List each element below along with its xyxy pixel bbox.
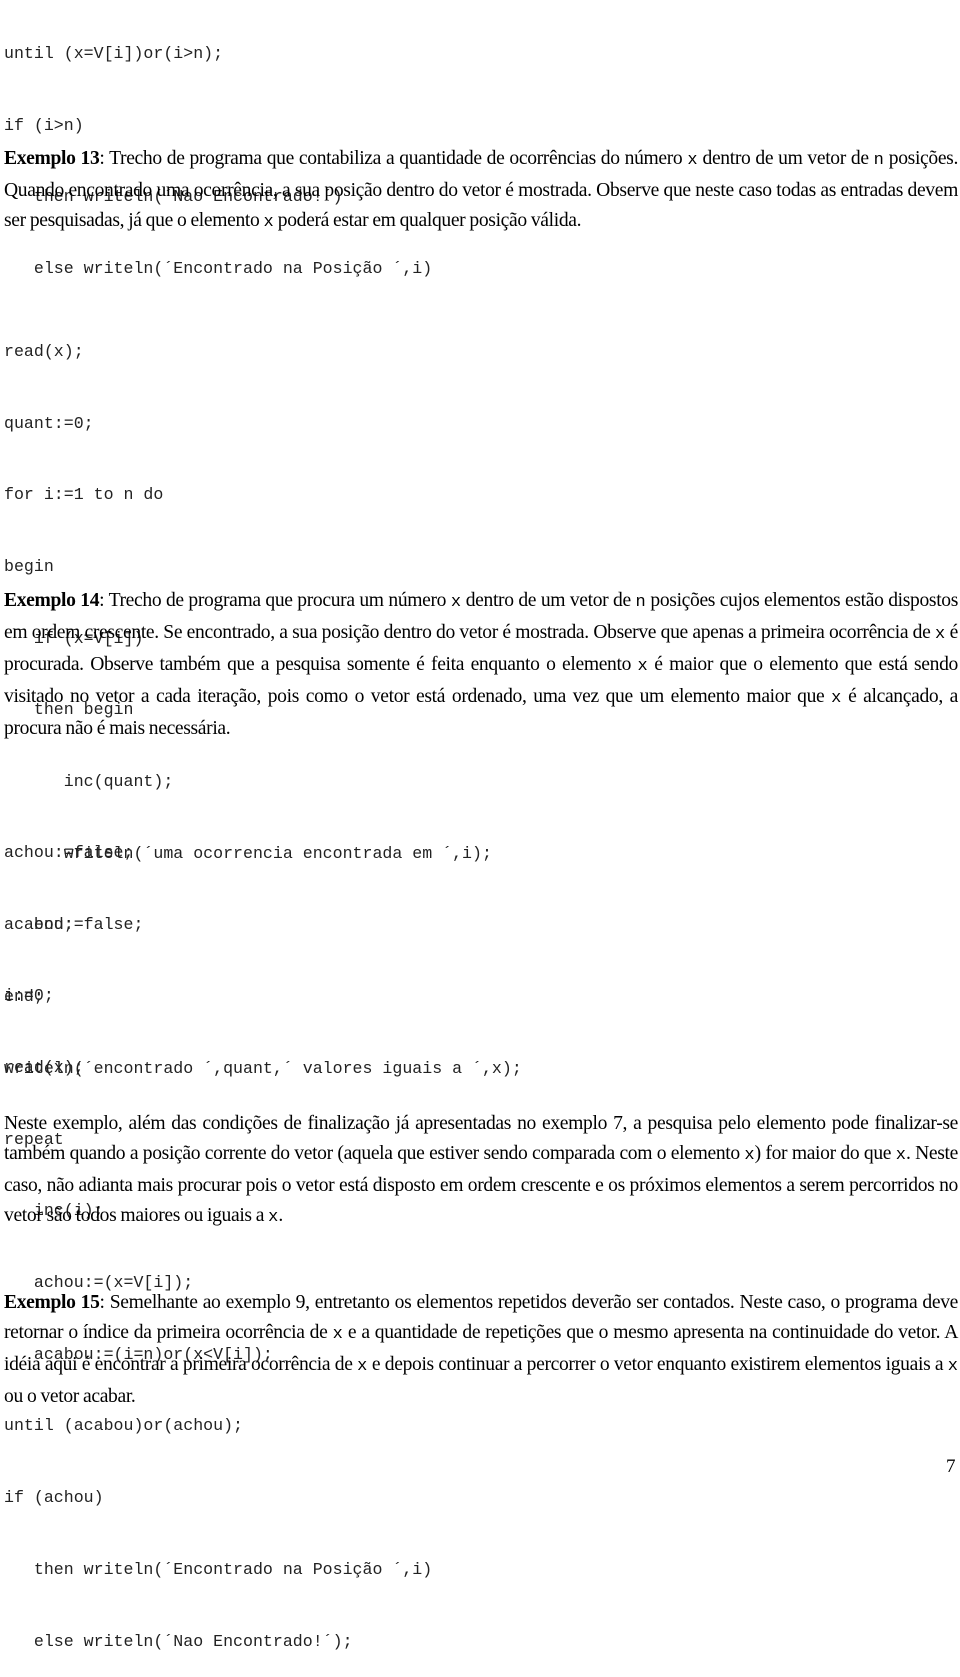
code-line: read(x); — [4, 1057, 84, 1077]
code-line: inc(quant); — [4, 772, 174, 792]
code-line: if (i>n) — [4, 115, 84, 135]
example-15-label: Exemplo 15 — [4, 1292, 100, 1313]
example-13-label: Exemplo 13 — [4, 148, 100, 169]
code-line: else writeln(´Encontrado na Posição ´,i) — [4, 258, 433, 278]
code-line: i:=0; — [4, 986, 54, 1006]
example-14-paragraph: Exemplo 14: Trecho de programa que procu… — [4, 590, 959, 739]
example-14-label: Exemplo 14 — [4, 590, 100, 611]
code-line: achou:=false; — [4, 842, 134, 862]
code-line: else writeln(´Nao Encontrado!´); — [4, 1631, 353, 1651]
example-13-paragraph: Exemplo 13: Trecho de programa que conta… — [4, 148, 959, 232]
code-line: until (acabou)or(achou); — [4, 1416, 243, 1436]
code-line: for i:=1 to n do — [4, 485, 164, 505]
explanation-paragraph: Neste exemplo, além das condições de fin… — [4, 1113, 958, 1227]
code-block-example-14: achou:=false; acabou:=false; i:=0; read(… — [4, 793, 432, 1677]
code-line: quant:=0; — [4, 413, 94, 433]
code-line: until (x=V[i])or(i>n); — [4, 43, 224, 63]
code-line: then writeln(´Encontrado na Posição ´,i) — [4, 1559, 433, 1579]
code-line: read(x); — [4, 341, 84, 361]
code-line: acabou:=false; — [4, 914, 144, 934]
page-number: 7 — [946, 1456, 956, 1477]
code-line: begin — [4, 556, 54, 576]
code-line: if (achou) — [4, 1488, 104, 1508]
example-15-paragraph: Exemplo 15: Semelhante ao exemplo 9, ent… — [4, 1292, 959, 1407]
